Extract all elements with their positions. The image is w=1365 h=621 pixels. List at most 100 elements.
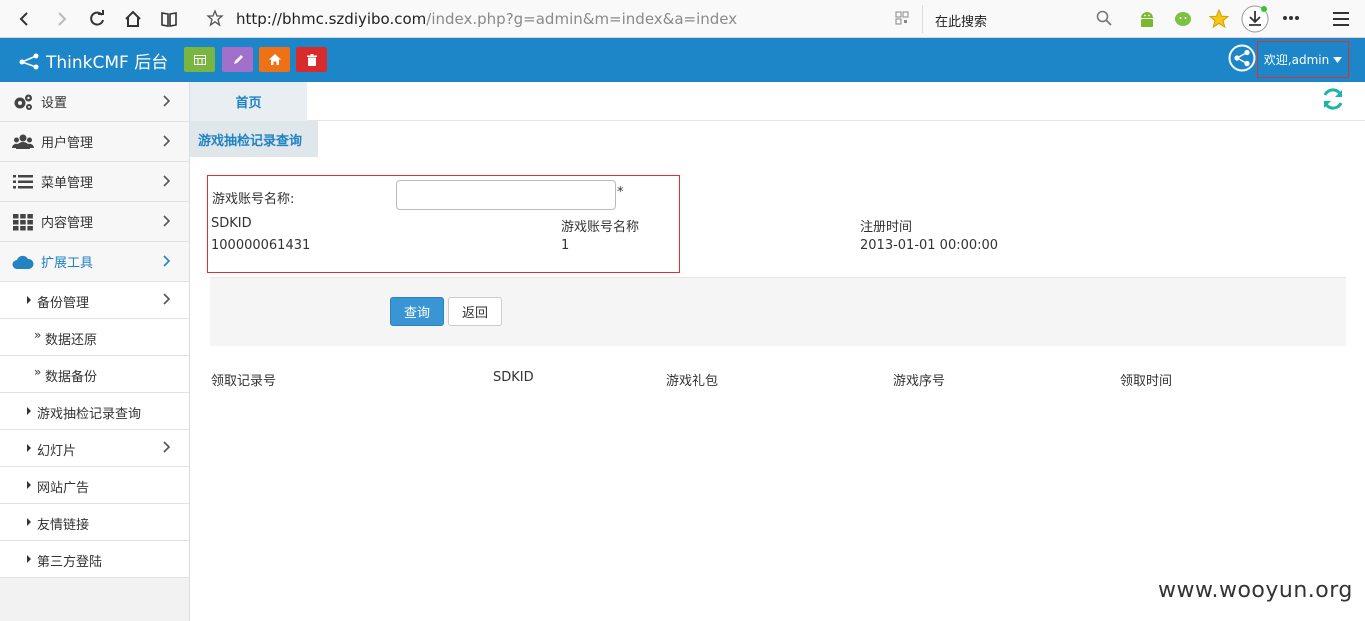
- sidebar: 设置 用户管理 菜单管理 内容管理 扩展工具 备份管理 » 数据还原 » 数据备…: [0, 82, 190, 621]
- sidebar-item-users[interactable]: 用户管理: [0, 122, 189, 162]
- caret-down-icon: [1333, 56, 1343, 63]
- watermark: www.wooyun.org: [1158, 578, 1353, 603]
- column-claim-time: 领取时间: [1120, 374, 1173, 389]
- house-icon: [268, 54, 281, 65]
- reload-icon[interactable]: [85, 7, 109, 31]
- caret-right-icon: [27, 518, 31, 526]
- browser-toolbar: http://bhmc.szdiyibo.com/index.php?g=adm…: [0, 0, 1365, 38]
- url-text[interactable]: http://bhmc.szdiyibo.com/index.php?g=adm…: [236, 10, 737, 28]
- share-circle-icon[interactable]: [1228, 44, 1256, 76]
- bookmark-star-icon[interactable]: [206, 9, 224, 31]
- sidebar-sub-game-audit[interactable]: 游戏抽检记录查询: [0, 393, 189, 430]
- sidebar-sub-label: 第三方登陆: [37, 555, 103, 570]
- favorites-star-icon[interactable]: [1208, 8, 1230, 34]
- hamburger-menu-icon[interactable]: [1331, 10, 1351, 32]
- sidebar-sub-label: 游戏抽检记录查询: [37, 407, 142, 422]
- welcome-text: 欢迎,admin: [1263, 53, 1330, 67]
- users-icon: [12, 134, 34, 149]
- info-value-register-time: 2013-01-01 00:00:00: [860, 238, 999, 253]
- url-host: http://bhmc.szdiyibo.com: [236, 10, 427, 28]
- caret-right-icon: [27, 296, 31, 304]
- qr-code-icon[interactable]: [895, 11, 909, 29]
- sidebar-sub-backup[interactable]: 备份管理: [0, 282, 189, 319]
- tab-game-audit[interactable]: 游戏抽检记录查询: [190, 121, 318, 157]
- chevron-right-icon: [163, 95, 171, 107]
- home-icon[interactable]: [121, 7, 145, 31]
- required-mark: *: [617, 185, 624, 200]
- double-chevron-icon: »: [34, 365, 42, 379]
- column-sdkid: SDKID: [493, 370, 534, 385]
- reading-list-icon[interactable]: [157, 7, 181, 31]
- delete-cache-button[interactable]: [296, 47, 327, 72]
- cloud-icon: [12, 255, 34, 269]
- share-nodes-icon: [19, 53, 39, 69]
- caret-right-icon: [27, 555, 31, 563]
- tab-home[interactable]: 首页: [190, 82, 307, 121]
- refresh-icon[interactable]: [1320, 86, 1346, 112]
- chevron-right-icon: [163, 175, 171, 187]
- list-icon: [13, 175, 33, 189]
- sidebar-item-label: 用户管理: [41, 136, 94, 151]
- sidebar-sub-label: 备份管理: [37, 296, 90, 311]
- android-icon[interactable]: [1137, 9, 1157, 33]
- info-value-sdkid: 100000061431: [211, 238, 311, 253]
- user-menu[interactable]: 欢迎,admin: [1257, 41, 1349, 78]
- sidebar-sub-label: 数据还原: [45, 333, 98, 348]
- info-header-register-time: 注册时间: [860, 220, 913, 235]
- sidebar-item-label: 内容管理: [41, 216, 94, 231]
- column-serial: 游戏序号: [893, 374, 946, 389]
- sidebar-sub-ads[interactable]: 网站广告: [0, 467, 189, 504]
- chevron-right-icon: [163, 215, 171, 227]
- sidebar-sub-third-party-login[interactable]: 第三方登陆: [0, 541, 189, 578]
- table-icon: [193, 54, 206, 65]
- search-input[interactable]: 在此搜索: [935, 11, 987, 30]
- download-icon[interactable]: [1240, 4, 1270, 38]
- sidebar-sub-data-backup[interactable]: » 数据备份: [0, 356, 189, 393]
- sidebar-sub-links[interactable]: 友情链接: [0, 504, 189, 541]
- info-value-account: 1: [561, 238, 570, 253]
- info-header-sdkid: SDKID: [211, 216, 252, 231]
- caret-right-icon: [27, 481, 31, 489]
- chevron-right-icon: [163, 135, 171, 147]
- double-chevron-icon: »: [34, 328, 42, 342]
- account-name-label: 游戏账号名称:: [212, 192, 295, 207]
- search-icon[interactable]: [1096, 10, 1112, 30]
- pencil-icon: [233, 54, 243, 64]
- chevron-right-icon: [163, 293, 171, 305]
- address-bar[interactable]: http://bhmc.szdiyibo.com/index.php?g=adm…: [200, 5, 920, 33]
- brand[interactable]: ThinkCMF 后台: [18, 48, 168, 73]
- calendar-button[interactable]: [184, 47, 215, 72]
- sidebar-item-content[interactable]: 内容管理: [0, 202, 189, 242]
- sidebar-sub-restore[interactable]: » 数据还原: [0, 319, 189, 356]
- app-header: ThinkCMF 后台 欢迎,admin: [0, 38, 1365, 82]
- sidebar-item-extensions[interactable]: 扩展工具: [0, 242, 189, 282]
- column-gift-pack: 游戏礼包: [666, 374, 719, 389]
- grid-icon: [13, 214, 33, 231]
- sidebar-item-settings[interactable]: 设置: [0, 82, 189, 122]
- back-arrow-icon[interactable]: [12, 7, 36, 31]
- sidebar-item-menus[interactable]: 菜单管理: [0, 162, 189, 202]
- chat-icon[interactable]: [1173, 9, 1193, 33]
- sidebar-item-label: 扩展工具: [41, 256, 94, 271]
- query-button[interactable]: 查询: [390, 297, 444, 326]
- sidebar-sub-label: 网站广告: [37, 481, 90, 496]
- sidebar-sub-label: 数据备份: [45, 370, 98, 385]
- chevron-right-icon: [163, 441, 171, 453]
- column-record-id: 领取记录号: [211, 374, 277, 389]
- sidebar-sub-slides[interactable]: 幻灯片: [0, 430, 189, 467]
- brand-title: ThinkCMF 后台: [46, 53, 169, 73]
- cogs-icon: [14, 94, 32, 110]
- account-name-input[interactable]: [396, 180, 616, 210]
- edit-button[interactable]: [222, 47, 253, 72]
- more-dots-icon[interactable]: [1281, 10, 1301, 30]
- search-box[interactable]: 在此搜索: [922, 5, 1122, 33]
- forward-arrow-icon[interactable]: [50, 7, 74, 31]
- trash-icon: [306, 53, 317, 66]
- info-header-account: 游戏账号名称: [561, 220, 640, 235]
- sidebar-item-label: 设置: [41, 96, 68, 111]
- sidebar-sub-label: 幻灯片: [37, 444, 77, 459]
- sidebar-item-label: 菜单管理: [41, 176, 94, 191]
- back-button[interactable]: 返回: [448, 297, 502, 326]
- home-shortcut-button[interactable]: [259, 47, 290, 72]
- form-actions: [210, 277, 1346, 346]
